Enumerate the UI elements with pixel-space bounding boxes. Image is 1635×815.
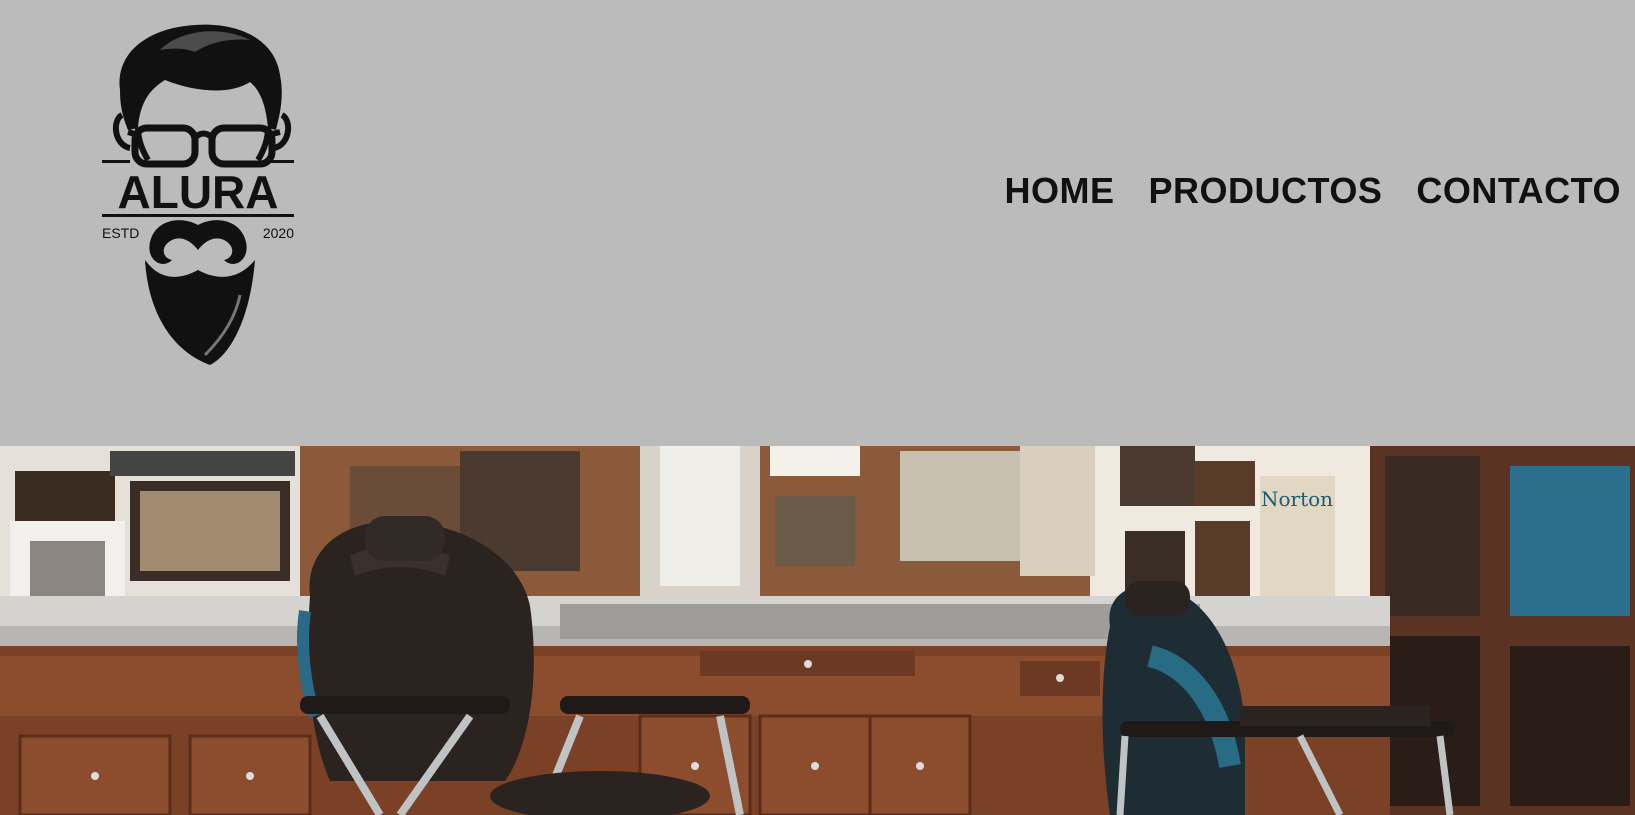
barbershop-photo: Norton: [0, 446, 1635, 815]
norton-poster-text: Norton: [1261, 487, 1333, 511]
main-navigation: HOME PRODUCTOS CONTACTO: [1004, 170, 1621, 212]
year-label: 2020: [263, 225, 294, 241]
hero-banner-image: Norton: [0, 446, 1635, 815]
alura-logo[interactable]: ALURA ESTD 2020: [100, 20, 310, 380]
nav-home-link[interactable]: HOME: [1004, 170, 1114, 212]
estd-label: ESTD: [102, 225, 139, 241]
bearded-man-logo-icon: ALURA ESTD 2020: [102, 24, 294, 365]
brand-name-text: ALURA: [118, 166, 279, 218]
nav-productos-link[interactable]: PRODUCTOS: [1148, 170, 1382, 212]
nav-contacto-link[interactable]: CONTACTO: [1416, 170, 1621, 212]
site-header: ALURA ESTD 2020 HOME PRODUCTOS CONTACTO: [0, 0, 1635, 446]
